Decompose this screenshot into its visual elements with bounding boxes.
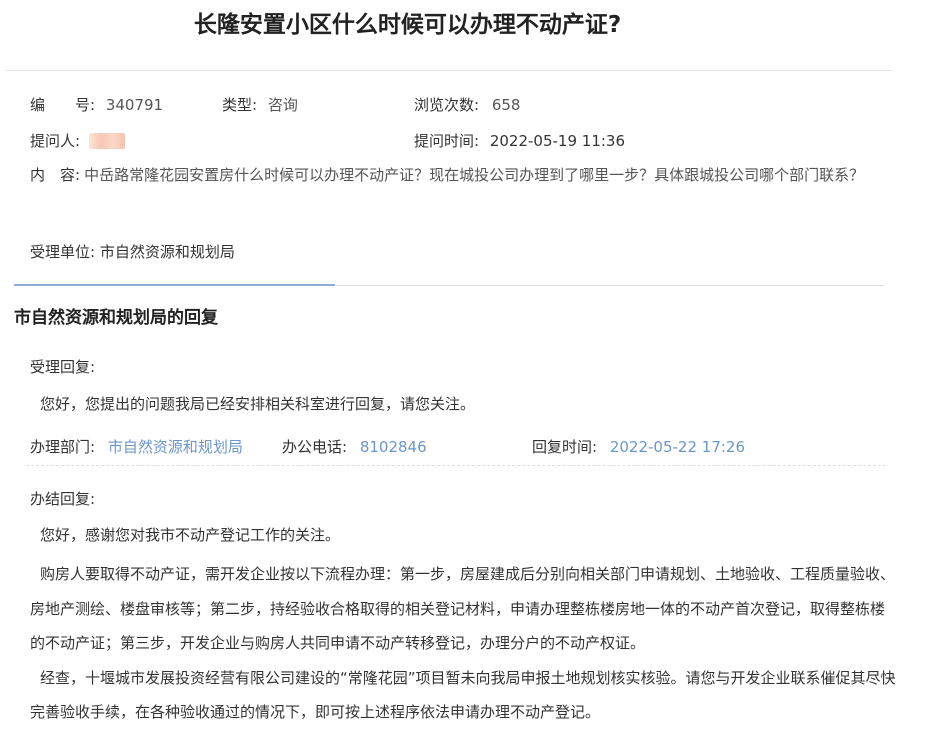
content-field: 内 容: 中岳路常隆花园安置房什么时候可以办理不动产证？现在城投公司办理到了哪里一… xyxy=(30,162,890,188)
number-value: 340791 xyxy=(105,96,164,114)
views-field: 浏览次数: 658 xyxy=(414,94,520,116)
ask-time-value: 2022-05-19 11:36 xyxy=(489,132,626,150)
handler-field: 受理单位: 市自然资源和规划局 xyxy=(30,241,235,263)
ask-time-field: 提问时间: 2022-05-19 11:36 xyxy=(414,130,625,152)
dept-label: 办理部门: xyxy=(30,438,96,456)
reply-divider xyxy=(26,465,886,466)
section-divider-accent xyxy=(14,284,335,286)
ask-time-label: 提问时间: xyxy=(414,132,480,150)
asker-label: 提问人: xyxy=(30,132,81,150)
masked-name xyxy=(88,133,125,149)
asker-field: 提问人: xyxy=(30,130,125,152)
final-paragraph: 经查，十堰城市发展投资经营有限公司建设的“常隆花园”项目暂未向我局申报土地规划核… xyxy=(30,668,896,722)
final-greeting: 您好，感谢您对我市不动产登记工作的关注。 xyxy=(40,526,341,544)
content-value: 中岳路常隆花园安置房什么时候可以办理不动产证？现在城投公司办理到了哪里一步？具体… xyxy=(84,166,865,184)
type-field: 类型: 咨询 xyxy=(222,94,298,116)
reply-time-label: 回复时间: xyxy=(532,438,598,456)
dept-field: 办理部门: 市自然资源和规划局 xyxy=(30,436,243,458)
number-label: 编 号: xyxy=(30,96,96,114)
dept-value: 市自然资源和规划局 xyxy=(107,438,243,456)
final-reply-body: 购房人要取得不动产证，需开发企业按以下流程办理：第一步，房屋建成后分别向相关部门… xyxy=(30,557,896,730)
views-label: 浏览次数: xyxy=(414,96,480,114)
final-label: 办结回复: xyxy=(30,490,96,508)
handler-label: 受理单位: xyxy=(30,243,96,261)
views-value: 658 xyxy=(491,96,521,114)
phone-field: 办公电话: 8102846 xyxy=(282,436,427,458)
final-paragraph: 购房人要取得不动产证，需开发企业按以下流程办理：第一步，房屋建成后分别向相关部门… xyxy=(30,565,896,652)
phone-label: 办公电话: xyxy=(282,438,348,456)
reply-section-title: 市自然资源和规划局的回复 xyxy=(14,308,218,328)
content-label: 内 容: xyxy=(30,166,81,184)
handler-value: 市自然资源和规划局 xyxy=(99,243,235,261)
type-value: 咨询 xyxy=(267,96,298,114)
reply-time-value: 2022-05-22 17:26 xyxy=(609,438,746,456)
title-divider xyxy=(6,70,892,71)
reply-time-field: 回复时间: 2022-05-22 17:26 xyxy=(532,436,745,458)
phone-value: 8102846 xyxy=(359,438,427,456)
accept-label: 受理回复: xyxy=(30,358,96,376)
accept-text: 您好，您提出的问题我局已经安排相关科室进行回复，请您关注。 xyxy=(40,395,476,413)
type-label: 类型: xyxy=(222,96,258,114)
number-field: 编 号: 340791 xyxy=(30,94,163,116)
page-title: 长隆安置小区什么时候可以办理不动产证? xyxy=(193,12,622,38)
